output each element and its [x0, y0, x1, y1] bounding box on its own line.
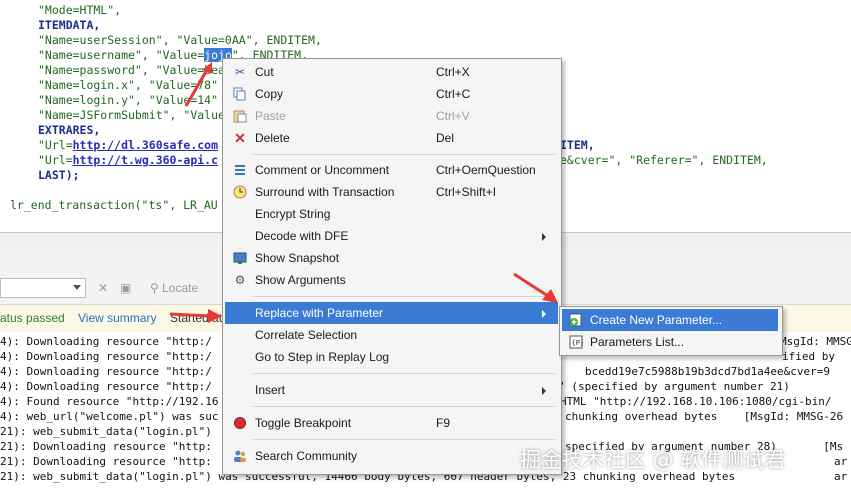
code-line: EXTRARES,	[38, 123, 101, 137]
menu-separator	[253, 406, 555, 407]
svg-text:{P}: {P}	[572, 339, 585, 347]
menu-separator	[253, 154, 555, 155]
menu-item-insert[interactable]: Insert	[225, 379, 558, 401]
menu-item-toggle-breakpoint[interactable]: Toggle Breakpoint F9	[225, 412, 558, 434]
menu-item-show-arguments[interactable]: ⚙ Show Arguments	[225, 269, 558, 291]
menu-item-cut[interactable]: ✂ Cut Ctrl+X	[225, 61, 558, 83]
menu-item-copy[interactable]: Copy Ctrl+C	[225, 83, 558, 105]
code-line: "Url=http://dl.360safe.com	[38, 138, 219, 152]
locate-icon: ⚲	[150, 281, 163, 295]
breakpoint-dot-icon	[233, 416, 247, 430]
code-line: lr_end_transaction("ts", LR_AU	[10, 198, 218, 212]
view-summary-link[interactable]: View summary	[78, 305, 156, 332]
paste-icon	[233, 109, 247, 123]
watermark: 掘金技术社区 @ 软件测试君	[520, 448, 786, 472]
menu-item-correlate-selection[interactable]: Correlate Selection	[225, 324, 558, 346]
menu-item-surround-transaction[interactable]: Surround with Transaction Ctrl+Shift+I	[225, 181, 558, 203]
log-line: 4): Found resource "http://192.16	[0, 395, 219, 408]
menu-item-search-community[interactable]: Search Community	[225, 445, 558, 467]
menu-item-goto-replay-log[interactable]: Go to Step in Replay Log	[225, 346, 558, 368]
locate-button[interactable]: ⚲ Locate	[150, 278, 198, 298]
menu-separator	[253, 373, 555, 374]
parameters-list-icon: {P}	[568, 334, 584, 350]
log-line-tail: ar	[834, 470, 848, 483]
menu-item-delete[interactable]: ✕ Delete Del	[225, 127, 558, 149]
code-line: "Mode=HTML",	[38, 3, 122, 17]
annotation-arrow-icon	[169, 309, 222, 323]
submenu-arrow-icon	[542, 310, 546, 318]
transaction-clock-icon	[233, 185, 247, 199]
context-menu: ✂ Cut Ctrl+X Copy Ctrl+C Paste Ctrl+V ✕ …	[222, 58, 562, 475]
status-text: atus passed	[0, 311, 65, 325]
log-line-tail: HTML "http://192.168.10.106:1080/cgi-bin…	[560, 395, 832, 408]
log-line-tail: chunking overhead bytes [MsgId: MMSG-26	[565, 410, 844, 423]
arguments-gear-icon: ⚙	[234, 273, 246, 287]
log-line: 21): Downloading resource "http:	[0, 455, 212, 468]
log-line: 21): Downloading resource "http:	[0, 440, 212, 453]
code-line: "Url=http://t.wg.360-api.c	[38, 153, 219, 167]
code-url-link[interactable]: http://dl.360safe.com	[73, 138, 218, 152]
log-line: 4): Downloading resource "http:/	[0, 380, 212, 393]
submenu-item-parameters-list[interactable]: {P} Parameters List...	[562, 331, 778, 353]
new-parameter-icon	[568, 312, 584, 328]
annotation-arrow-icon	[184, 62, 212, 107]
log-line-tail: bcedd19e7c5988b19b3dcd7bd1a4ee&cver=9	[585, 365, 831, 378]
menu-item-encrypt-string[interactable]: Encrypt String	[225, 203, 558, 225]
menu-separator	[253, 439, 555, 440]
log-line: 4): Downloading resource "http:/	[0, 350, 212, 363]
filter-combo[interactable]	[0, 278, 86, 298]
replace-parameter-submenu: Create New Parameter... {P} Parameters L…	[559, 306, 783, 356]
log-line-tail: ar	[834, 455, 848, 468]
code-line-tail: e&cver=", "Referer=", ENDITEM,	[560, 153, 768, 167]
submenu-arrow-icon	[542, 387, 546, 395]
code-url-link[interactable]: http://t.wg.360-api.c	[73, 153, 218, 167]
menu-item-paste[interactable]: Paste Ctrl+V	[225, 105, 558, 127]
log-line: 4): Downloading resource "http:/	[0, 365, 212, 378]
scissors-icon: ✂	[234, 65, 246, 79]
log-line-tail: MsgId: MMSG	[780, 335, 851, 348]
menu-item-show-snapshot[interactable]: Show Snapshot	[225, 247, 558, 269]
code-line: LAST);	[38, 168, 80, 182]
log-line-tail: ified by	[782, 350, 835, 363]
log-line: 4): Downloading resource "http:/	[0, 335, 212, 348]
log-line: 21): web_submit_data("login.pl")	[0, 425, 212, 438]
submenu-item-create-new-parameter[interactable]: Create New Parameter...	[562, 309, 778, 331]
log-line: 4): web_url("welcome.pl") was suc	[0, 410, 219, 423]
menu-item-decode-dfe[interactable]: Decode with DFE	[225, 225, 558, 247]
delete-x-icon: ✕	[234, 130, 246, 146]
code-line: ITEMDATA,	[38, 18, 101, 32]
panel-icon[interactable]: ▣	[120, 278, 131, 298]
close-icon[interactable]: ✕	[98, 278, 108, 298]
code-line: "Name=JSFormSubmit", "Value	[38, 108, 225, 122]
code-line: "Name=userSession", "Value=0AA", ENDITEM…	[38, 33, 322, 47]
community-people-icon	[233, 449, 247, 463]
menu-item-comment[interactable]: Comment or Uncomment Ctrl+OemQuestion	[225, 159, 558, 181]
copy-icon	[233, 87, 247, 101]
submenu-arrow-icon	[542, 233, 546, 241]
annotation-arrow-icon	[513, 272, 558, 303]
snapshot-monitor-icon	[233, 251, 247, 265]
log-line-tail: s.dat" (specified by argument number 21)	[525, 380, 790, 393]
menu-item-replace-with-parameter[interactable]: Replace with Parameter	[225, 302, 558, 324]
chevron-down-icon	[73, 285, 81, 290]
comment-lines-icon	[233, 163, 247, 177]
code-line-tail: ITEM,	[560, 138, 595, 152]
